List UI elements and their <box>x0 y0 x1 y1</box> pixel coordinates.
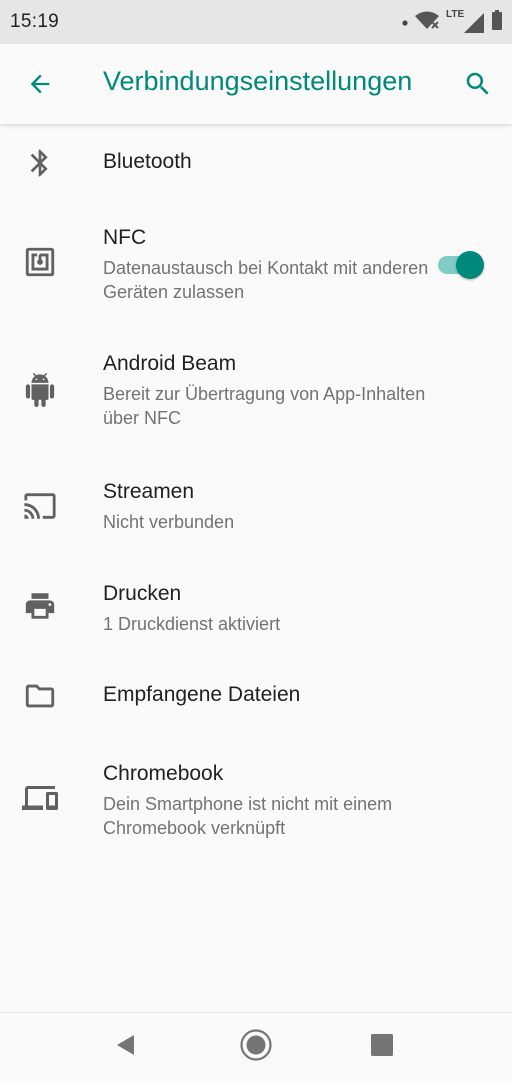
status-icons: LTE <box>402 9 502 36</box>
arrow-back-icon <box>26 70 54 103</box>
wifi-off-icon <box>414 9 440 36</box>
recents-square-icon <box>370 1033 394 1062</box>
list-item-label: Streamen <box>103 480 195 503</box>
nav-back-button[interactable] <box>106 1027 146 1067</box>
list-item-summary: 1 Druckdienst aktiviert <box>103 614 281 634</box>
page-title: Verbindungseinstellungen <box>103 66 413 96</box>
list-item-bluetooth[interactable]: Bluetooth <box>0 124 512 208</box>
search-icon <box>463 69 493 104</box>
list-item-summary: Datenaustausch bei Kontakt mit anderen G… <box>103 258 429 302</box>
list-item-label: Chromebook <box>103 762 224 785</box>
devices-icon <box>20 778 60 818</box>
list-item-cast[interactable]: Streamen Nicht verbunden <box>0 460 512 552</box>
android-icon <box>20 370 60 410</box>
network-type-label: LTE <box>446 9 465 20</box>
nav-home-button[interactable] <box>236 1027 276 1067</box>
notification-dot-icon <box>402 13 408 31</box>
back-button[interactable] <box>22 68 58 104</box>
toggle-thumb <box>456 251 484 279</box>
list-item-print[interactable]: Drucken 1 Druckdienst aktiviert <box>0 564 512 656</box>
battery-icon <box>492 9 502 35</box>
app-bar: Verbindungseinstellungen <box>0 44 512 124</box>
list-item-label: Drucken <box>103 582 182 605</box>
home-circle-icon <box>239 1028 273 1067</box>
navigation-bar <box>0 1012 512 1081</box>
status-time: 15:19 <box>10 11 60 32</box>
status-bar: 15:19 LTE <box>0 0 512 44</box>
list-item-label: Empfangene Dateien <box>103 683 301 706</box>
lte-signal-icon: LTE <box>446 9 486 35</box>
bluetooth-icon <box>20 143 60 183</box>
nfc-icon <box>20 242 60 282</box>
cast-icon <box>20 486 60 526</box>
list-item-label: NFC <box>103 226 147 249</box>
back-triangle-icon <box>114 1033 138 1062</box>
folder-icon <box>20 676 60 716</box>
list-item-label: Bluetooth <box>103 150 192 173</box>
list-item-android-beam[interactable]: Android Beam Bereit zur Übertragung von … <box>0 334 512 450</box>
nav-recents-button[interactable] <box>362 1027 402 1067</box>
list-item-summary: Nicht verbunden <box>103 512 235 532</box>
print-icon <box>20 586 60 626</box>
list-item-received-files[interactable]: Empfangene Dateien <box>0 658 512 738</box>
list-item-label: Android Beam <box>103 352 237 375</box>
nfc-toggle-switch[interactable] <box>436 250 486 280</box>
search-button[interactable] <box>458 68 498 104</box>
list-item-summary: Bereit zur Übertragung von App-Inhalten … <box>103 384 426 428</box>
list-item-summary: Dein Smartphone ist nicht mit einem Chro… <box>103 794 393 838</box>
list-item-chromebook[interactable]: Chromebook Dein Smartphone ist nicht mit… <box>0 748 512 864</box>
